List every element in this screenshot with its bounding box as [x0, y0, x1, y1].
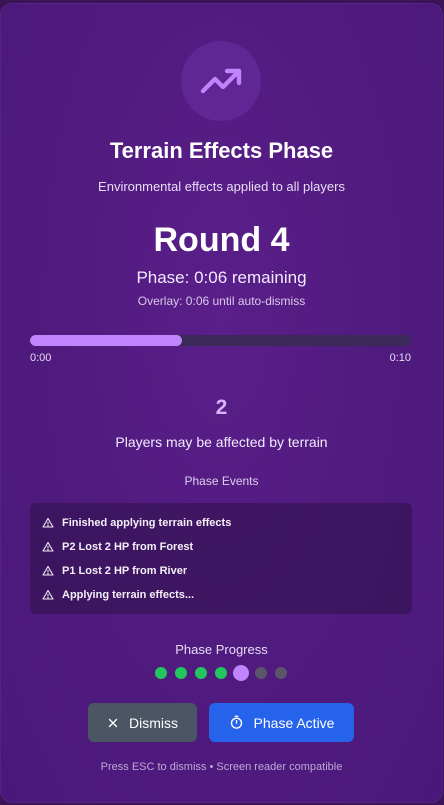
- phase-dot-complete: [195, 667, 207, 679]
- timer-start-label: 0:00: [30, 352, 52, 364]
- event-text: Finished applying terrain effects: [62, 517, 232, 529]
- events-list: Finished applying terrain effects P2 Los…: [30, 503, 412, 614]
- event-item: P1 Lost 2 HP from River: [42, 565, 187, 577]
- phase-dot-current: [233, 665, 249, 681]
- dismiss-button[interactable]: Dismiss: [88, 703, 197, 742]
- phase-active-label: Phase Active: [253, 714, 335, 731]
- event-item: Finished applying terrain effects: [42, 517, 231, 529]
- timer-progress-bar: [30, 335, 411, 346]
- round-label: Round 4: [153, 221, 290, 259]
- events-heading: Phase Events: [184, 474, 259, 488]
- icon-badge: [181, 41, 261, 121]
- event-text: P2 Lost 2 HP from Forest: [62, 541, 194, 553]
- stopwatch-icon: [230, 715, 242, 729]
- trending-up-icon: [200, 68, 242, 94]
- phase-dot-complete: [175, 667, 187, 679]
- phase-active-button[interactable]: Phase Active: [209, 703, 354, 742]
- event-item: Applying terrain effects...: [42, 589, 194, 601]
- warning-icon: [42, 541, 54, 552]
- phase-dot-complete: [215, 667, 227, 679]
- modal-title: Terrain Effects Phase: [109, 138, 334, 163]
- phase-dot-complete: [155, 667, 167, 679]
- phase-modal: Terrain Effects Phase Environmental effe…: [0, 3, 443, 803]
- phase-dot-pending: [275, 667, 287, 679]
- warning-icon: [42, 565, 54, 576]
- phase-progress-heading: Phase Progress: [175, 642, 268, 657]
- affected-label: Players may be affected by terrain: [115, 434, 328, 450]
- footer-hint: Press ESC to dismiss • Screen reader com…: [100, 761, 343, 773]
- phase-dot-pending: [255, 667, 267, 679]
- event-text: Applying terrain effects...: [62, 589, 195, 601]
- event-text: P1 Lost 2 HP from River: [62, 565, 188, 577]
- timer-end-label: 0:10: [389, 352, 411, 364]
- dismiss-label: Dismiss: [129, 714, 178, 731]
- phase-remaining: Phase: 0:06 remaining: [136, 268, 307, 287]
- affected-count: 2: [215, 396, 228, 419]
- overlay-remaining: Overlay: 0:06 until auto-dismiss: [137, 294, 306, 308]
- timer-progress-fill: [30, 335, 183, 346]
- event-item: P2 Lost 2 HP from Forest: [42, 541, 193, 553]
- close-icon: [108, 718, 118, 727]
- warning-icon: [42, 589, 54, 600]
- warning-icon: [42, 517, 54, 528]
- modal-subtitle: Environmental effects applied to all pla…: [98, 179, 345, 194]
